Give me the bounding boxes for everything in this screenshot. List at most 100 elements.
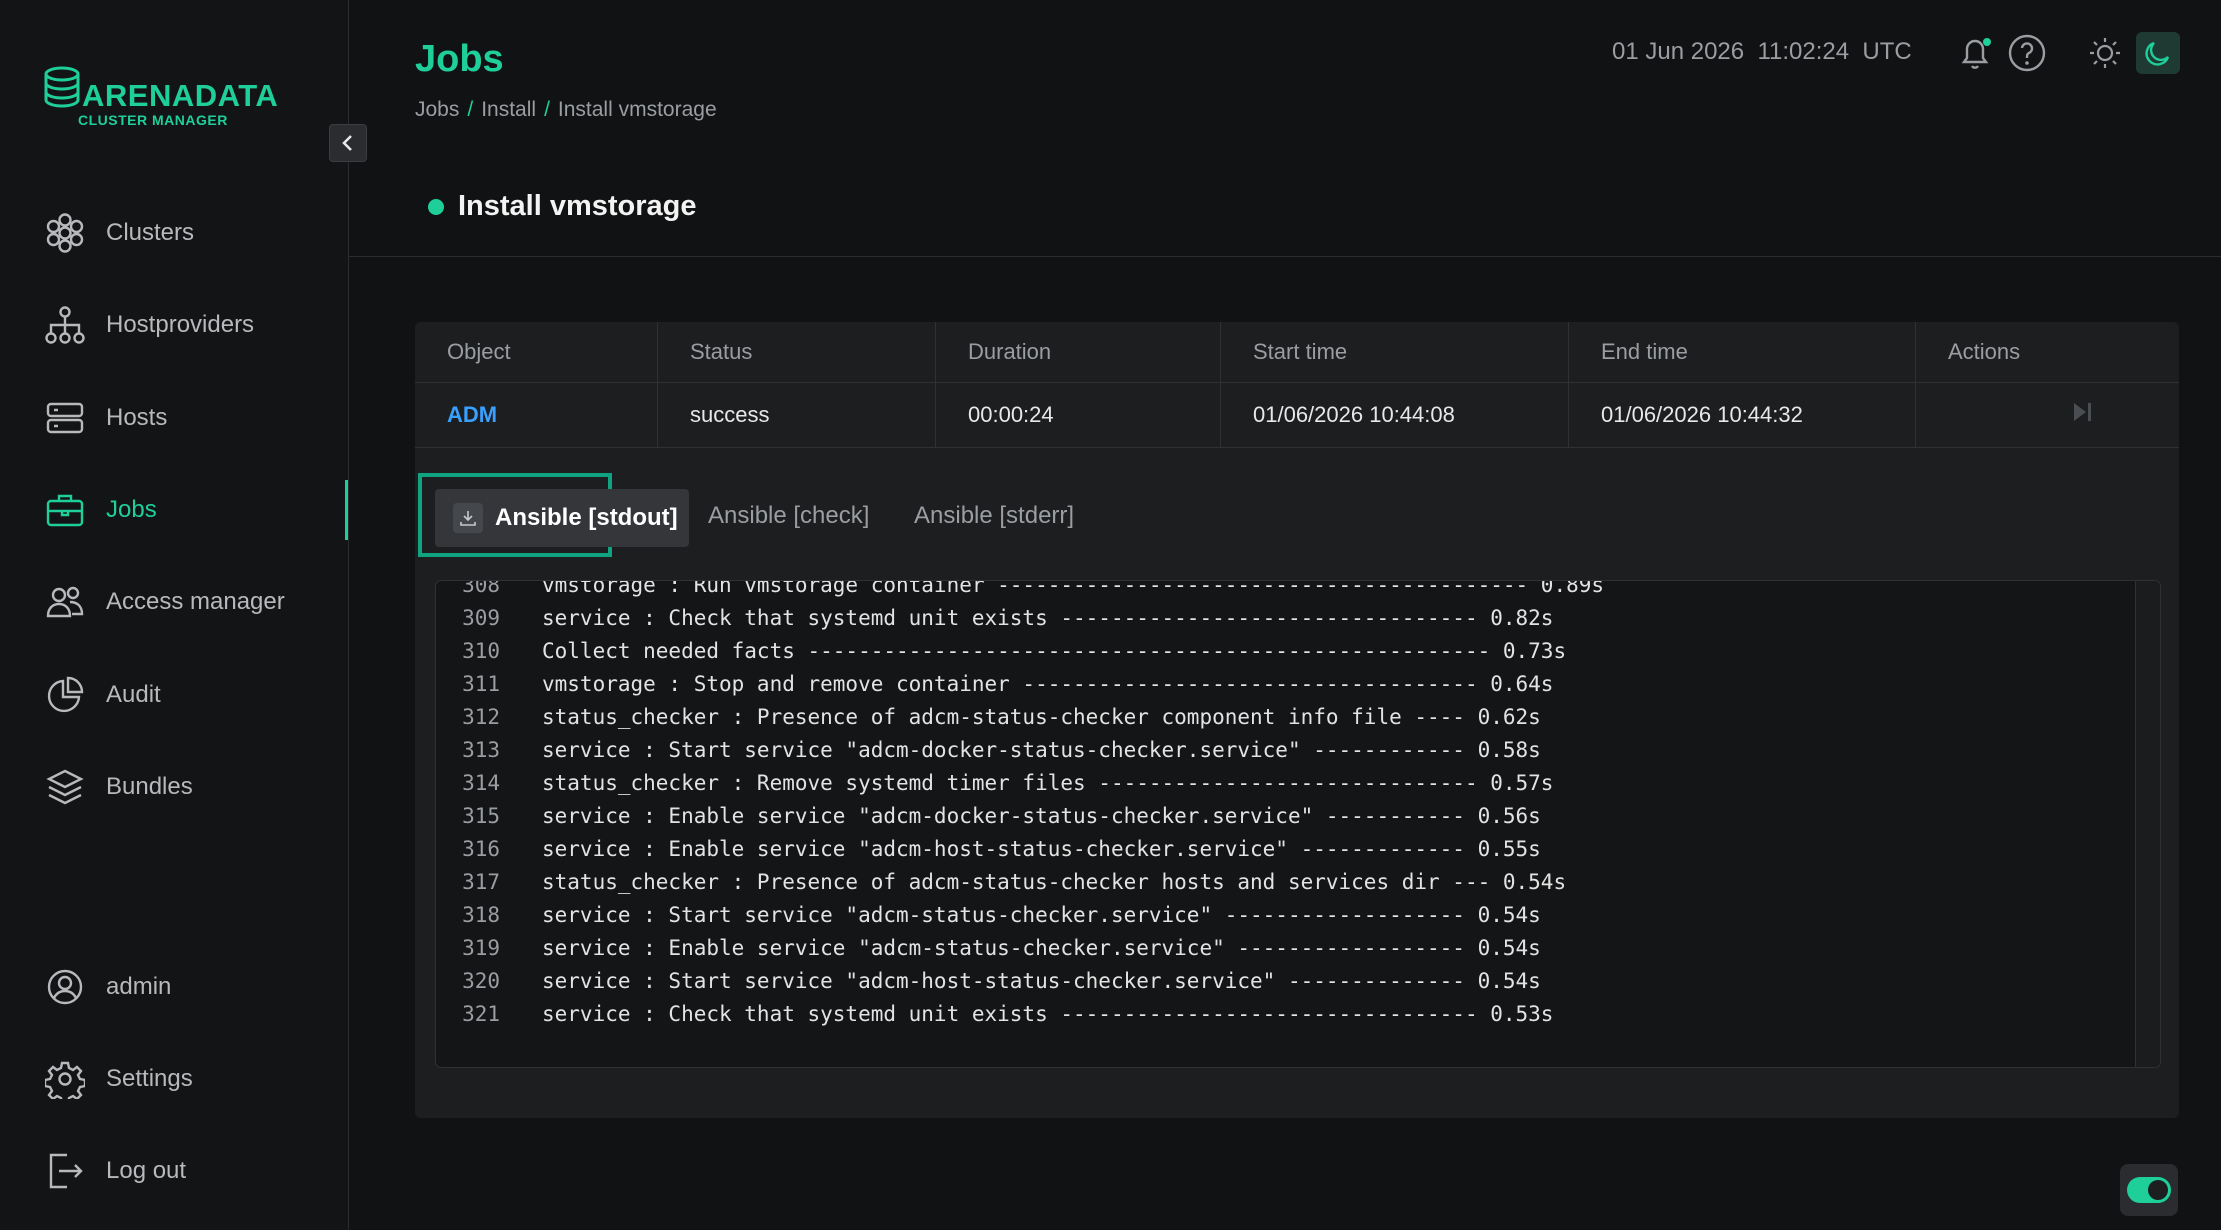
logout-icon (42, 1148, 88, 1194)
help-icon (2008, 34, 2046, 72)
column-header-start-time: Start time (1221, 322, 1569, 382)
sidebar-item-clusters[interactable]: Clusters (0, 203, 348, 263)
column-header-duration: Duration (936, 322, 1221, 382)
log-line-text: service : Check that systemd unit exists… (542, 1002, 1554, 1026)
log-line-text: service : Start service "adcm-status-che… (542, 903, 1541, 927)
sidebar-item-jobs[interactable]: Jobs (0, 480, 348, 540)
server-datetime: 01 Jun 2026 11:02:24 UTC (1612, 38, 1912, 65)
log-line-number: 319 (462, 936, 500, 960)
breadcrumb-item[interactable]: Jobs (415, 98, 459, 121)
light-theme-button[interactable] (2084, 32, 2126, 74)
log-line: 310 Collect needed facts ----------------… (436, 635, 1604, 668)
sidebar-item-label: Hosts (106, 404, 168, 431)
toggle-knob (2148, 1180, 2168, 1200)
log-line-number: 320 (462, 969, 500, 993)
status-cell: success (658, 383, 936, 447)
divider (349, 256, 2221, 257)
log-line-text: vmstorage : Run vmstorage container ----… (542, 580, 1605, 597)
log-line: 316 service : Enable service "adcm-host-s… (436, 833, 1604, 866)
page-title: Jobs (415, 38, 504, 80)
divider (415, 447, 2179, 448)
log-lines: 308 vmstorage : Run vmstorage container -… (436, 580, 1605, 1031)
log-line: 319 service : Enable service "adcm-status… (436, 932, 1604, 965)
sidebar-item-admin[interactable]: admin (0, 957, 348, 1017)
log-viewer[interactable]: 308 vmstorage : Run vmstorage container -… (435, 580, 2161, 1068)
skip-forward-icon (2073, 403, 2091, 421)
sidebar-item-bundles[interactable]: Bundles (0, 757, 348, 817)
tab-label: Ansible [stdout] (495, 504, 678, 531)
log-line-number: 318 (462, 903, 500, 927)
log-line: 309 service : Check that systemd unit exi… (436, 602, 1604, 635)
log-line-number: 308 (462, 580, 500, 597)
chevron-left-icon (342, 135, 352, 151)
audit-icon (42, 672, 88, 718)
log-line: 321 service : Check that systemd unit exi… (436, 998, 1604, 1031)
toggle-switch[interactable] (2120, 1164, 2178, 1216)
sidebar-item-access-manager[interactable]: Access manager (0, 572, 348, 632)
column-header-end-time: End time (1569, 322, 1916, 382)
log-line: 308 vmstorage : Run vmstorage container -… (436, 580, 1605, 602)
log-scrollbar[interactable] (2135, 581, 2160, 1067)
log-line-text: service : Enable service "adcm-host-stat… (542, 837, 1541, 861)
toggle-track (2127, 1177, 2171, 1203)
object-link[interactable]: ADM (447, 402, 497, 428)
job-title: Install vmstorage (428, 190, 697, 223)
job-details-panel: Object Status Duration Start time End ti… (415, 322, 2179, 1118)
column-header-status: Status (658, 322, 936, 382)
log-line-number: 311 (462, 672, 500, 696)
sidebar-item-settings[interactable]: Settings (0, 1049, 348, 1109)
sidebar-item-logout[interactable]: Log out (0, 1141, 348, 1201)
dark-theme-button[interactable] (2136, 32, 2180, 74)
table-row: ADM success 00:00:24 01/06/2026 10:44:08… (415, 383, 2179, 447)
log-line: 318 service : Start service "adcm-status-… (436, 899, 1604, 932)
log-line-number: 314 (462, 771, 500, 795)
logo[interactable]: ARENADATA CLUSTER MANAGER (42, 66, 278, 130)
log-line-text: Collect needed facts -------------------… (542, 639, 1567, 663)
breadcrumb-item[interactable]: Install (481, 98, 536, 121)
sidebar-item-label: Clusters (106, 219, 195, 246)
column-header-object: Object (415, 322, 658, 382)
bell-icon (1961, 38, 1991, 69)
end-time-cell: 01/06/2026 10:44:32 (1569, 383, 1916, 447)
help-button[interactable] (2006, 32, 2048, 74)
sidebar-item-label: Audit (106, 681, 161, 708)
breadcrumb-item: Install vmstorage (557, 98, 717, 121)
log-line-text: status_checker : Remove systemd timer fi… (542, 771, 1554, 795)
user-icon (42, 964, 88, 1010)
log-line: 320 service : Start service "adcm-host-st… (436, 965, 1604, 998)
log-line-text: status_checker : Presence of adcm-status… (542, 705, 1541, 729)
log-line-text: service : Start service "adcm-host-statu… (542, 969, 1541, 993)
log-line-text: status_checker : Presence of adcm-status… (542, 870, 1567, 894)
log-line: 314 status_checker : Remove systemd timer… (436, 767, 1604, 800)
tab-ansible-check[interactable]: Ansible [check] (708, 502, 869, 530)
sun-icon (2090, 38, 2120, 68)
notifications-button[interactable] (1956, 32, 1996, 74)
moon-icon (2145, 41, 2170, 66)
log-line: 315 service : Enable service "adcm-docker… (436, 800, 1604, 833)
sidebar-item-label: Hostproviders (106, 311, 255, 338)
log-line-number: 317 (462, 870, 500, 894)
sidebar-item-label: Jobs (106, 496, 157, 523)
download-icon[interactable] (453, 503, 483, 533)
log-line-number: 312 (462, 705, 500, 729)
skip-action-button[interactable] (2071, 401, 2095, 429)
log-line: 311 vmstorage : Stop and remove container… (436, 668, 1604, 701)
sidebar-collapse-button[interactable] (329, 124, 367, 162)
sidebar-item-hostproviders[interactable]: Hostproviders (0, 295, 348, 355)
tab-ansible-stdout[interactable]: Ansible [stdout] (435, 489, 689, 547)
log-line-number: 310 (462, 639, 500, 663)
column-header-actions: Actions (1948, 339, 2021, 364)
logo-icon (44, 66, 80, 108)
table-header: Object Status Duration Start time End ti… (415, 322, 2179, 383)
tab-ansible-stderr[interactable]: Ansible [stderr] (914, 502, 1074, 530)
breadcrumb: Jobs / Install / Install vmstorage (415, 98, 717, 121)
sidebar-item-audit[interactable]: Audit (0, 665, 348, 725)
brand-name: ARENADATA (82, 78, 279, 113)
sidebar: ARENADATA CLUSTER MANAGER Clusters Hostp… (0, 0, 349, 1230)
log-line-number: 309 (462, 606, 500, 630)
sidebar-item-label: admin (106, 973, 172, 1000)
log-line: 312 status_checker : Presence of adcm-sta… (436, 701, 1604, 734)
gear-icon (42, 1056, 88, 1102)
sidebar-item-hosts[interactable]: Hosts (0, 388, 348, 448)
sidebar-item-label: Log out (106, 1157, 187, 1184)
